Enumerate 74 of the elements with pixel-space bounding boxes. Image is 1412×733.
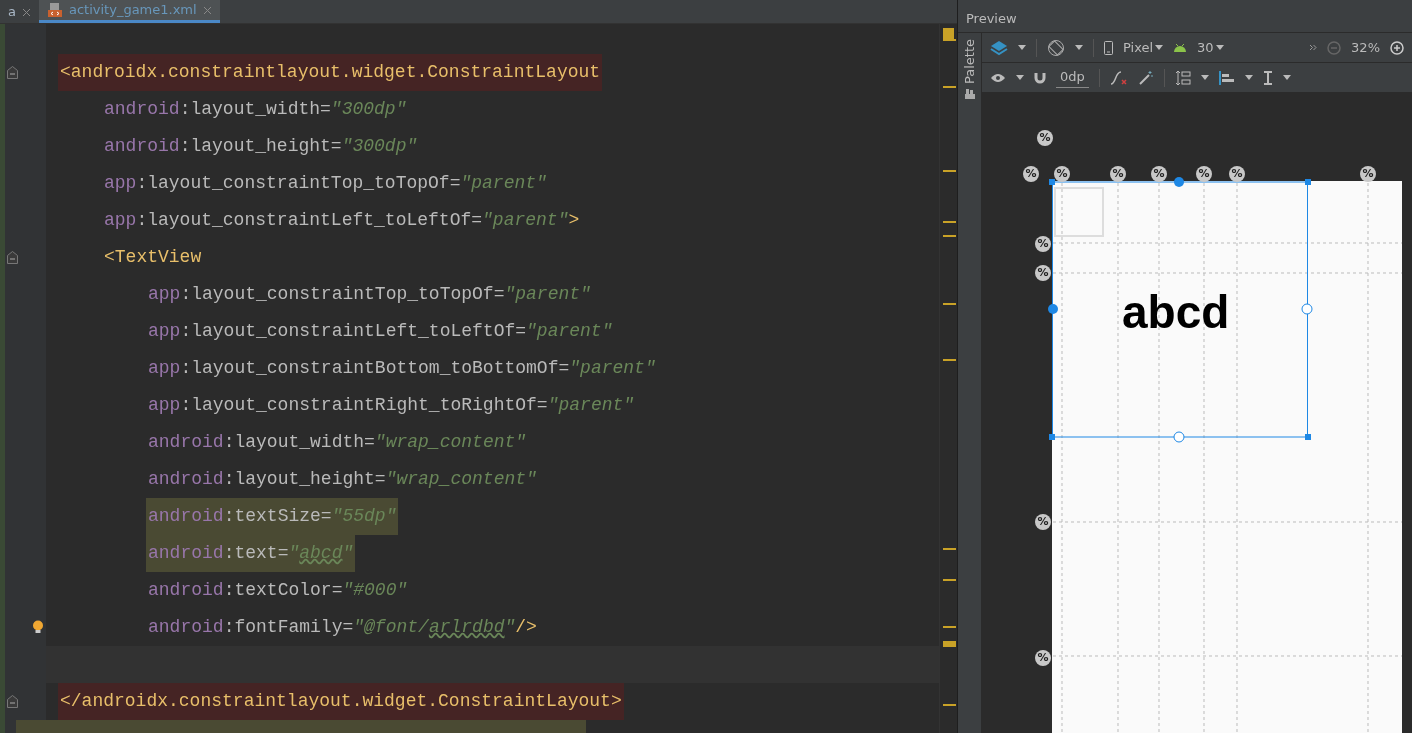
code-line: android:textColor="#000" <box>147 578 409 602</box>
lightbulb-icon[interactable] <box>32 620 44 634</box>
device-dropdown[interactable]: Pixel <box>1123 37 1164 58</box>
guideline-percent-badge[interactable]: % <box>1360 166 1376 182</box>
default-margin-field[interactable]: 0dp <box>1056 67 1089 88</box>
code-line: android:layout_height="300dp" <box>103 134 419 158</box>
zoom-in-icon[interactable] <box>1390 40 1404 55</box>
code-line: android:layout_width="wrap_content" <box>147 430 528 454</box>
marker-stripe <box>943 235 956 238</box>
palette-icon[interactable] <box>963 88 976 101</box>
code-line: app:layout_constraintTop_toTopOf="parent" <box>103 171 548 195</box>
rotate-icon[interactable] <box>1047 38 1065 57</box>
clear-constraints-icon[interactable] <box>1109 69 1128 86</box>
align-left-icon[interactable] <box>1218 70 1235 85</box>
marker-stripe <box>943 578 956 581</box>
guideline-icon[interactable] <box>1262 70 1273 85</box>
overflow-chevron-icon[interactable] <box>1309 44 1318 51</box>
marker-stripe <box>943 303 956 305</box>
marker-stripe <box>943 38 956 41</box>
palette-tab[interactable]: Palette <box>963 39 976 85</box>
fold-icon[interactable] <box>7 65 18 79</box>
guideline-percent-badge[interactable]: % <box>1035 514 1051 530</box>
api-level-dropdown[interactable]: 30 <box>1197 37 1224 58</box>
code-line: android:layout_width="300dp" <box>103 97 408 121</box>
code-line: app:layout_constraintTop_toTopOf="parent" <box>147 282 592 306</box>
marker-stripe <box>943 85 956 88</box>
code-line: app:layout_constraintLeft_toLeftOf="parent"> <box>103 208 581 232</box>
guideline-percent-badge[interactable]: % <box>1229 166 1245 182</box>
guideline-percent-badge[interactable]: % <box>1196 166 1212 182</box>
phone-icon[interactable] <box>1104 40 1113 55</box>
fold-icon[interactable] <box>7 694 18 708</box>
editor-tab[interactable]: a <box>0 0 39 23</box>
layers-icon[interactable] <box>990 39 1008 56</box>
marker-stripe <box>943 359 956 362</box>
zoom-level: 32% <box>1351 38 1380 57</box>
guideline-percent-badge[interactable]: % <box>1054 166 1070 182</box>
guideline-percent-badge[interactable]: % <box>1035 265 1051 281</box>
dropdown-caret-icon[interactable] <box>1200 75 1209 80</box>
text-view-text[interactable]: abcd <box>1122 287 1230 337</box>
dropdown-caret-icon[interactable] <box>1016 75 1024 80</box>
marker-stripe <box>943 170 956 173</box>
android-icon <box>1173 42 1188 53</box>
guideline-percent-badge[interactable]: % <box>1035 650 1051 666</box>
marker-stripe <box>943 626 956 629</box>
dropdown-caret-icon[interactable] <box>1018 45 1026 50</box>
marker-stripe <box>943 640 956 647</box>
fold-icon[interactable] <box>7 250 18 264</box>
marker-stripe <box>943 221 956 223</box>
panel-title: Preview <box>966 9 1017 28</box>
guideline-percent-badge[interactable]: % <box>1110 166 1126 182</box>
dropdown-caret-icon <box>1155 45 1164 50</box>
inspection-status-icon[interactable] <box>943 27 954 39</box>
code-line: android:layout_height="wrap_content" <box>147 467 538 491</box>
code-line: app:layout_constraintRight_toRightOf="parent" <box>147 393 636 417</box>
dropdown-caret-icon[interactable] <box>1244 75 1253 80</box>
code-line: <TextView <box>103 245 203 269</box>
dropdown-caret-icon <box>1215 45 1224 50</box>
guideline-percent-badge[interactable]: % <box>1035 236 1051 252</box>
code-line: android:fontFamily="@font/arlrdbd"/> <box>147 615 538 639</box>
code-line: app:layout_constraintBottom_toBottomOf="parent" <box>147 356 657 380</box>
distribute-icon[interactable] <box>1174 69 1191 86</box>
magic-wand-icon[interactable] <box>1137 69 1154 86</box>
marker-stripe <box>943 703 956 706</box>
guideline-percent-badge[interactable]: % <box>1023 166 1039 182</box>
xml-file-icon <box>46 1 63 18</box>
selection-frame[interactable] <box>1048 177 1313 443</box>
code-line: app:layout_constraintLeft_toLeftOf="parent" <box>147 319 614 343</box>
guideline-percent-badge[interactable]: % <box>1151 166 1167 182</box>
dropdown-caret-icon[interactable] <box>1282 75 1291 80</box>
dropdown-caret-icon[interactable] <box>1075 45 1083 50</box>
guideline-percent-badge[interactable]: % <box>1037 130 1053 146</box>
marker-stripe <box>943 548 956 551</box>
magnet-icon[interactable] <box>1034 71 1046 84</box>
eye-icon[interactable] <box>990 72 1006 83</box>
